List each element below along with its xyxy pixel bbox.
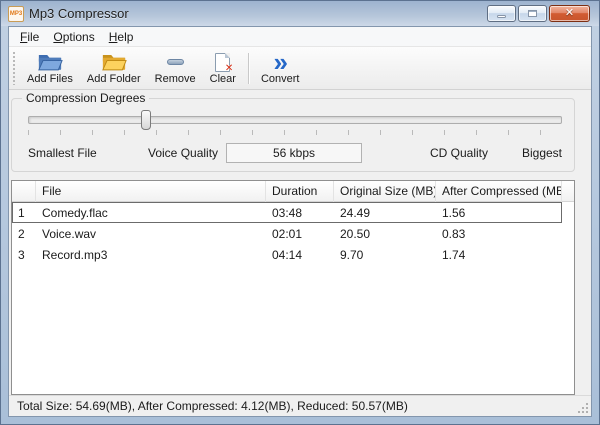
table-row[interactable]: 1 Comedy.flac 03:48 24.49 1.56 [12,202,562,223]
app-window: MP3 Mp3 Compressor ✕ File Options Help A… [0,0,600,425]
resize-grip-icon[interactable] [586,411,588,413]
row-original-size: 9.70 [340,247,364,262]
scale-label-voice-quality: Voice Quality [148,146,219,160]
row-duration: 03:48 [272,205,303,220]
row-after-compressed: 1.74 [442,247,466,262]
bitrate-value-box: 56 kbps [226,143,362,163]
row-index: 2 [18,226,25,241]
add-files-folder-icon [37,51,63,72]
title-bar[interactable]: MP3 Mp3 Compressor ✕ [1,1,599,26]
toolbar-button-label: Convert [260,73,300,85]
close-button[interactable]: ✕ [549,5,590,22]
convert-chevrons-icon: » [273,47,288,77]
slider-thumb[interactable] [141,110,152,130]
clear-button[interactable]: ✕ Clear [203,49,243,88]
column-header-index[interactable] [12,181,36,202]
toolbar-button-label: Remove [154,73,196,85]
remove-minus-icon [166,52,184,72]
add-folder-button[interactable]: Add Folder [80,49,148,88]
close-icon: ✕ [564,7,575,19]
row-after-compressed: 1.56 [442,205,466,220]
minimize-button[interactable] [487,5,516,22]
row-original-size: 20.50 [340,226,371,241]
maximize-icon [528,10,537,17]
column-header-original-size[interactable]: Original Size (MB) [334,181,436,202]
row-file-name: Voice.wav [42,226,97,241]
group-label: Compression Degrees [22,91,150,105]
remove-button[interactable]: Remove [148,49,203,88]
column-header-file[interactable]: File [36,181,266,202]
row-file-name: Comedy.flac [42,205,108,220]
file-list-header: File Duration Original Size (MB) After C… [12,181,574,202]
toolbar-button-label: Add Files [27,73,73,85]
row-after-compressed: 0.83 [442,226,466,241]
app-icon: MP3 [8,5,24,22]
row-file-name: Record.mp3 [42,247,108,262]
scale-label-cd-quality: CD Quality [430,146,489,160]
content-area: Compression Degrees Smallest File Voice … [9,90,591,395]
maximize-button[interactable] [518,5,547,22]
client-area: File Options Help Add Files Add Folder R… [8,26,592,417]
slider-scale-labels: Smallest File Voice Quality 56 kbps CD Q… [28,143,562,163]
toolbar: Add Files Add Folder Remove ✕ Clear » Co… [9,47,591,90]
scale-label-smallest-file: Smallest File [28,146,97,160]
toolbar-gripper[interactable] [12,52,17,85]
row-duration: 04:14 [272,247,303,262]
minimize-icon [497,15,506,18]
status-text: Total Size: 54.69(MB), After Compressed:… [17,399,408,413]
toolbar-button-label: Add Folder [86,73,141,85]
add-folder-icon [101,51,127,72]
menu-help[interactable]: Help [102,29,141,45]
column-header-duration[interactable]: Duration [266,181,334,202]
toolbar-button-label: Clear [209,73,236,85]
row-index: 3 [18,247,25,262]
scale-label-biggest: Biggest [521,146,562,160]
status-bar: Total Size: 54.69(MB), After Compressed:… [9,395,591,416]
window-title: Mp3 Compressor [29,6,129,21]
row-original-size: 24.49 [340,205,371,220]
window-controls: ✕ [487,5,590,22]
table-row[interactable]: 3 Record.mp3 04:14 9.70 1.74 [12,244,562,265]
menu-options[interactable]: Options [46,29,101,45]
toolbar-separator [247,53,249,84]
compression-slider-track[interactable] [28,110,562,130]
clear-document-icon: ✕ [215,52,233,74]
menu-bar: File Options Help [9,27,591,47]
file-list: File Duration Original Size (MB) After C… [11,180,575,395]
column-header-filler [562,181,574,202]
add-files-button[interactable]: Add Files [20,49,80,88]
menu-file[interactable]: File [13,29,46,45]
row-duration: 02:01 [272,226,303,241]
column-header-after-compressed[interactable]: After Compressed (MB) [436,181,562,202]
convert-button[interactable]: » Convert [254,49,307,88]
table-row[interactable]: 2 Voice.wav 02:01 20.50 0.83 [12,223,562,244]
compression-degrees-group: Compression Degrees Smallest File Voice … [11,91,575,172]
slider-ticks [28,130,562,135]
row-index: 1 [18,205,25,220]
